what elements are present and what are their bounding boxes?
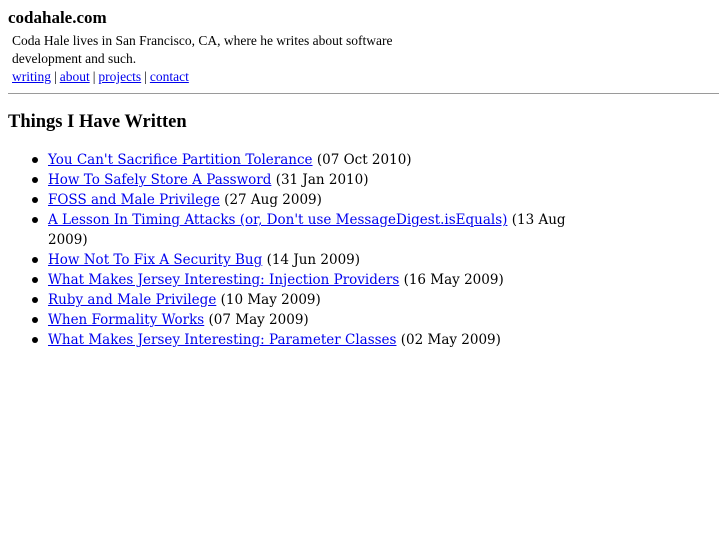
post-link[interactable]: What Makes Jersey Interesting: Injection… [48,272,399,288]
post-date: (07 May 2009) [208,312,309,328]
nav-link-writing[interactable]: writing [12,69,51,84]
nav-separator: | [54,69,57,84]
post-date: (16 May 2009) [403,272,504,288]
list-item: FOSS and Male Privilege (27 Aug 2009) [32,190,568,210]
bullet-icon [32,317,38,323]
post-date: (10 May 2009) [220,292,321,308]
bullet-icon [32,277,38,283]
post-list: You Can't Sacrifice Partition Tolerance … [8,150,568,350]
list-item: How Not To Fix A Security Bug (14 Jun 20… [32,250,568,270]
list-item: When Formality Works (07 May 2009) [32,310,568,330]
header-divider [8,93,719,94]
post-link[interactable]: When Formality Works [48,312,204,328]
nav-separator: | [144,69,147,84]
bullet-icon [32,197,38,203]
post-date: (31 Jan 2010) [275,172,369,188]
post-link[interactable]: Ruby and Male Privilege [48,292,216,308]
list-item: What Makes Jersey Interesting: Injection… [32,270,568,290]
post-link[interactable]: How To Safely Store A Password [48,172,271,188]
section-heading: Things I Have Written [8,112,187,132]
nav-link-contact[interactable]: contact [150,69,189,84]
bullet-icon [32,177,38,183]
bullet-icon [32,157,38,163]
site-title: codahale.com [8,8,107,27]
site-tagline: Coda Hale lives in San Francisco, CA, wh… [12,33,393,66]
post-date: (14 Jun 2009) [266,252,361,268]
post-date: (07 Oct 2010) [316,152,412,168]
post-link[interactable]: What Makes Jersey Interesting: Parameter… [48,332,396,348]
post-link[interactable]: You Can't Sacrifice Partition Tolerance [48,152,313,168]
bullet-icon [32,257,38,263]
list-item: A Lesson In Timing Attacks (or, Don't us… [32,210,568,250]
bullet-icon [32,337,38,343]
bullet-icon [32,297,38,303]
post-link[interactable]: A Lesson In Timing Attacks (or, Don't us… [48,212,507,228]
list-item: Ruby and Male Privilege (10 May 2009) [32,290,568,310]
post-date: (02 May 2009) [400,332,501,348]
post-date: (27 Aug 2009) [224,192,322,208]
list-item: How To Safely Store A Password (31 Jan 2… [32,170,568,190]
bullet-icon [32,217,38,223]
main-nav: writing | about | projects | contact [12,68,428,86]
site-header: codahale.com Coda Hale lives in San Fran… [8,8,428,86]
list-item: What Makes Jersey Interesting: Parameter… [32,330,568,350]
nav-link-projects[interactable]: projects [98,69,141,84]
list-item: You Can't Sacrifice Partition Tolerance … [32,150,568,170]
post-link[interactable]: How Not To Fix A Security Bug [48,252,262,268]
nav-link-about[interactable]: about [60,69,90,84]
post-link[interactable]: FOSS and Male Privilege [48,192,220,208]
